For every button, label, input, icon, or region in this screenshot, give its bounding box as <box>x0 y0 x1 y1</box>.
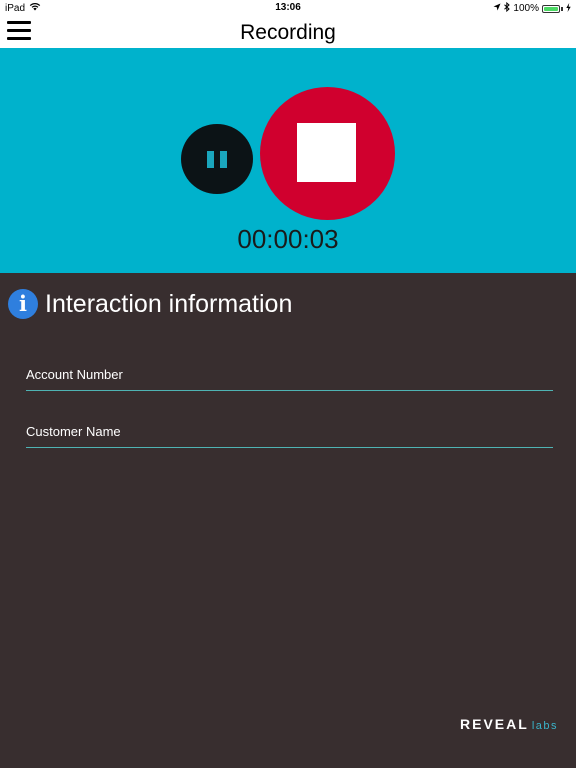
account-number-field <box>26 362 553 391</box>
stop-button[interactable] <box>260 87 395 220</box>
recording-panel: 00:00:03 <box>0 48 576 273</box>
logo-sub-text: labs <box>531 720 558 732</box>
bluetooth-icon <box>504 1 511 15</box>
battery-percent: 100% <box>513 3 539 14</box>
pause-icon <box>220 151 227 168</box>
charging-bolt-icon <box>566 2 571 15</box>
battery-nub <box>561 6 563 11</box>
pause-icon <box>207 151 214 168</box>
location-arrow-icon <box>493 3 501 14</box>
customer-name-input[interactable] <box>26 419 553 443</box>
status-right: 100% <box>493 1 571 15</box>
reveal-labs-logo: REVEAL labs <box>460 716 558 732</box>
navigation-bar: Recording <box>0 16 576 48</box>
info-icon: i <box>8 289 38 319</box>
pause-button[interactable] <box>181 124 253 194</box>
status-time: 13:06 <box>275 2 301 13</box>
customer-name-field <box>26 419 553 448</box>
recording-timer: 00:00:03 <box>237 224 339 254</box>
page-title: Recording <box>240 21 336 44</box>
stop-icon <box>297 123 356 182</box>
section-title: Interaction information <box>45 289 293 318</box>
account-number-input[interactable] <box>26 362 553 386</box>
status-bar: iPad 13:06 100% <box>0 0 576 16</box>
interaction-information-header: i Interaction information <box>8 289 292 319</box>
logo-main-text: REVEAL <box>460 716 529 732</box>
battery-icon <box>542 4 560 13</box>
